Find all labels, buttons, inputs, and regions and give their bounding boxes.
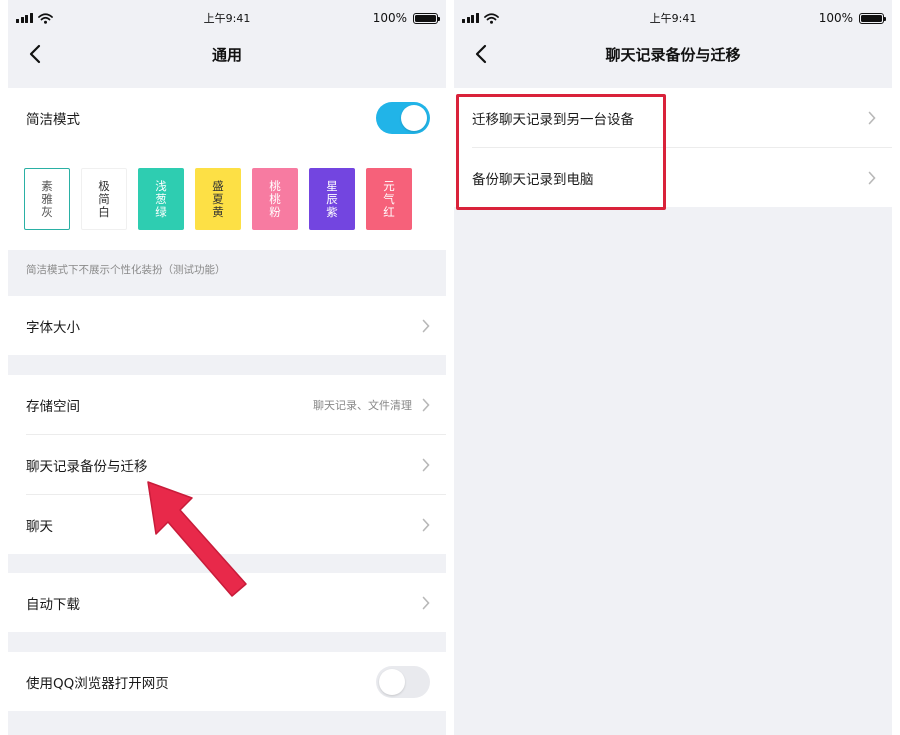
theme-swatch[interactable]: 元气红: [366, 168, 412, 230]
status-bar: 上午9:41 100%: [454, 0, 892, 36]
theme-swatch-char: 粉: [269, 205, 281, 219]
theme-swatch-char: 白: [98, 205, 110, 219]
qq-browser-group: 使用QQ浏览器打开网页: [8, 652, 446, 711]
theme-swatch[interactable]: 浅葱绿: [138, 168, 184, 230]
theme-swatch-char: 红: [383, 205, 395, 219]
battery-percent: 100%: [818, 11, 853, 25]
chat-backup-label: 聊天记录备份与迁移: [26, 458, 148, 475]
page-title: 通用: [211, 45, 242, 64]
qq-browser-toggle[interactable]: [376, 665, 430, 698]
chevron-right-icon: [422, 398, 430, 411]
qq-browser-label: 使用QQ浏览器打开网页: [26, 675, 169, 692]
theme-swatch[interactable]: 极简白: [81, 168, 127, 230]
back-icon[interactable]: [22, 41, 48, 67]
chevron-right-icon: [422, 518, 430, 531]
pointer-arrow-icon: [147, 481, 247, 597]
signal-icon: [16, 13, 33, 23]
theme-picker: 素雅灰极简白浅葱绿盛夏黄桃桃粉星辰紫元气红: [24, 168, 412, 230]
font-size-group: 字体大小: [8, 296, 446, 355]
status-bar: 上午9:41 100%: [8, 0, 446, 36]
theme-swatch[interactable]: 素雅灰: [24, 168, 70, 230]
wifi-icon: [483, 12, 499, 24]
battery-icon: [413, 12, 440, 24]
font-size-label: 字体大小: [26, 319, 80, 336]
page-title: 聊天记录备份与迁移: [605, 45, 741, 64]
simple-mode-row: 简洁模式: [8, 88, 446, 147]
storage-label: 存储空间: [26, 398, 80, 415]
chevron-right-icon: [422, 596, 430, 609]
chevron-right-icon: [422, 458, 430, 471]
chevron-right-icon: [422, 319, 430, 332]
wifi-icon: [37, 12, 53, 24]
chevron-right-icon: [868, 171, 876, 184]
highlight-box: [456, 94, 666, 210]
theme-swatch-char: 绿: [155, 205, 167, 219]
nav-bar: 通用: [8, 36, 446, 72]
theme-swatch[interactable]: 桃桃粉: [252, 168, 298, 230]
simple-mode-group: 简洁模式 素雅灰极简白浅葱绿盛夏黄桃桃粉星辰紫元气红: [8, 88, 446, 250]
theme-swatch[interactable]: 星辰紫: [309, 168, 355, 230]
chevron-right-icon: [868, 111, 876, 124]
qq-browser-row: 使用QQ浏览器打开网页: [8, 652, 446, 711]
general-settings-screen: 上午9:41 100% 通用 简洁模式 素雅灰极简白浅葱绿盛夏黄桃桃粉星辰紫元气…: [8, 0, 446, 735]
theme-swatch-char: 灰: [41, 205, 53, 219]
status-time: 上午9:41: [649, 12, 697, 25]
theme-swatch[interactable]: 盛夏黄: [195, 168, 241, 230]
simple-mode-note: 简洁模式下不展示个性化装扮（测试功能）: [26, 264, 226, 276]
storage-detail: 聊天记录、文件清理: [313, 398, 412, 412]
storage-row[interactable]: 存储空间 聊天记录、文件清理: [8, 375, 446, 434]
nav-bar: 聊天记录备份与迁移: [454, 36, 892, 72]
battery-icon: [859, 12, 886, 24]
signal-icon: [462, 13, 479, 23]
simple-mode-label: 简洁模式: [26, 111, 80, 128]
simple-mode-toggle[interactable]: [376, 101, 430, 134]
theme-swatch-char: 黄: [212, 205, 224, 219]
theme-swatch-char: 紫: [326, 205, 338, 219]
font-size-row[interactable]: 字体大小: [8, 296, 446, 355]
battery-percent: 100%: [372, 11, 407, 25]
back-icon[interactable]: [468, 41, 494, 67]
status-time: 上午9:41: [203, 12, 251, 25]
